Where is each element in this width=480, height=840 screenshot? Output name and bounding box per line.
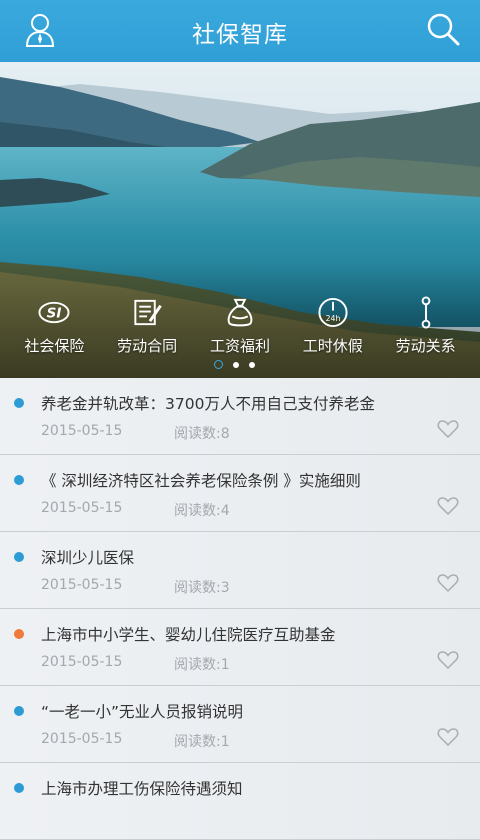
carousel-indicator (214, 360, 255, 369)
svg-text:24h: 24h (325, 314, 340, 323)
list-item[interactable]: “一老一小”无业人员报销说明 2015-05-15 阅读数:1 (0, 686, 480, 763)
list-item[interactable]: 《 深圳经济特区社会养老保险条例 》实施细则 2015-05-15 阅读数:4 (0, 455, 480, 532)
money-bag-icon (227, 298, 253, 327)
bullet-dot (14, 783, 24, 793)
bullet-dot (14, 398, 24, 408)
article-title: 养老金并轨改革：3700万人不用自己支付养老金 (41, 395, 375, 413)
shortcut-work-hours-leave[interactable]: 24h 工时休假 (290, 296, 376, 356)
shortcut-social-insurance[interactable]: SI 社会保险 (11, 296, 97, 356)
article-read-count: 阅读数:1 (174, 734, 230, 750)
svg-text:SI: SI (47, 305, 62, 321)
list-item[interactable]: 养老金并轨改革：3700万人不用自己支付养老金 2015-05-15 阅读数:8 (0, 378, 480, 455)
article-read-count: 阅读数:4 (174, 503, 230, 519)
carousel-dot[interactable] (214, 360, 223, 369)
search-button[interactable] (426, 12, 460, 48)
list-item[interactable]: 上海市中小学生、婴幼儿住院医疗互助基金 2015-05-15 阅读数:1 (0, 609, 480, 686)
article-title: 上海市办理工伤保险待遇须知 (41, 780, 243, 798)
banner-carousel[interactable]: SI 社会保险 劳动合同 工资福利 24h 工时休假 劳动关系 (0, 62, 480, 378)
article-title: “一老一小”无业人员报销说明 (41, 703, 244, 721)
bullet-dot (14, 629, 24, 639)
article-title: 上海市中小学生、婴幼儿住院医疗互助基金 (41, 626, 336, 644)
article-date: 2015-05-15 (41, 577, 123, 593)
shortcut-labor-contract[interactable]: 劳动合同 (104, 296, 190, 356)
shortcut-label: 劳动合同 (117, 337, 178, 355)
carousel-dot[interactable] (233, 361, 239, 368)
list-item[interactable]: 深圳少儿医保 2015-05-15 阅读数:3 (0, 532, 480, 609)
category-shortcuts: SI 社会保险 劳动合同 工资福利 24h 工时休假 劳动关系 (0, 296, 480, 356)
article-list: 养老金并轨改革：3700万人不用自己支付养老金 2015-05-15 阅读数:8… (0, 378, 480, 840)
article-date: 2015-05-15 (41, 423, 123, 439)
article-date: 2015-05-15 (41, 500, 123, 516)
article-title: 深圳少儿医保 (41, 549, 135, 567)
shortcut-label: 社会保险 (24, 337, 85, 355)
carousel-dot[interactable] (249, 361, 255, 368)
bullet-dot (14, 475, 24, 485)
article-date: 2015-05-15 (41, 731, 123, 747)
app-title: 社保智库 (192, 22, 288, 48)
search-icon (427, 13, 460, 46)
app-header: 社保智库 (0, 0, 480, 62)
relation-icon (421, 296, 430, 329)
shortcut-wage-benefits[interactable]: 工资福利 (197, 296, 283, 356)
shortcut-labor-relations[interactable]: 劳动关系 (383, 296, 469, 356)
social-insurance-icon: SI (38, 301, 70, 324)
contract-icon (134, 299, 162, 326)
heart-icon[interactable] (437, 650, 459, 670)
shortcut-label: 工时休假 (302, 337, 363, 355)
clock-24h-icon: 24h (318, 297, 348, 328)
heart-icon[interactable] (437, 573, 459, 593)
article-read-count: 阅读数:8 (174, 426, 230, 442)
article-read-count: 阅读数:3 (174, 580, 230, 596)
heart-icon[interactable] (437, 419, 459, 439)
bullet-dot (14, 706, 24, 716)
article-title: 《 深圳经济特区社会养老保险条例 》实施细则 (41, 472, 361, 490)
article-read-count: 阅读数:1 (174, 657, 230, 673)
shortcut-label: 劳动关系 (395, 337, 456, 355)
heart-icon[interactable] (437, 496, 459, 516)
article-date: 2015-05-15 (41, 654, 123, 670)
heart-icon[interactable] (437, 727, 459, 747)
shortcut-label: 工资福利 (209, 337, 270, 355)
bullet-dot (14, 552, 24, 562)
list-item[interactable]: 上海市办理工伤保险待遇须知 (0, 763, 480, 840)
